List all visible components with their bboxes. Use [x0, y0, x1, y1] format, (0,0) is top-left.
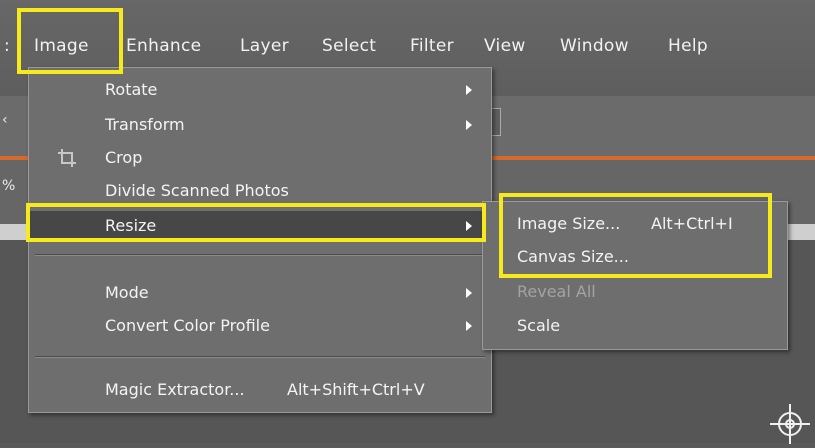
zoom-fragment: % — [2, 178, 16, 194]
options-bar-fragment: ‹ — [2, 112, 8, 128]
chevron-right-icon — [466, 288, 472, 298]
highlight-resize-item — [26, 203, 486, 242]
menu-item-label: Transform — [105, 115, 185, 134]
chevron-right-icon — [466, 120, 472, 130]
menu-item-label: Convert Color Profile — [105, 316, 270, 335]
menu-item-label: Crop — [105, 148, 143, 167]
menu-separator — [35, 356, 485, 358]
menu-item-label: Magic Extractor... — [105, 380, 245, 399]
menu-filter[interactable]: Filter — [410, 34, 454, 58]
menu-select[interactable]: Select — [322, 34, 376, 58]
submenu-item-reveal-all: Reveal All — [483, 280, 787, 304]
highlight-image-menu — [17, 8, 123, 74]
menu-item-mode[interactable]: Mode — [29, 281, 491, 305]
menu-enhance[interactable]: Enhance — [126, 34, 201, 58]
menu-item-label: Rotate — [105, 80, 158, 99]
chevron-right-icon — [466, 85, 472, 95]
menu-item-transform[interactable]: Transform — [29, 113, 491, 137]
menu-separator — [35, 254, 485, 256]
menu-item-label: Divide Scanned Photos — [105, 181, 289, 200]
menu-item-label: Reveal All — [517, 282, 596, 301]
submenu-item-scale[interactable]: Scale — [483, 314, 787, 338]
menu-item-label: Scale — [517, 316, 561, 335]
menu-item-magic-extractor[interactable]: Magic Extractor... Alt+Shift+Ctrl+V — [29, 378, 491, 402]
highlight-size-options — [499, 193, 772, 278]
menu-item-shortcut: Alt+Shift+Ctrl+V — [287, 380, 425, 399]
menu-window[interactable]: Window — [560, 34, 629, 58]
menu-help[interactable]: Help — [668, 34, 708, 58]
menu-layer[interactable]: Layer — [240, 34, 289, 58]
menu-item-rotate[interactable]: Rotate — [29, 78, 491, 102]
crosshair-icon — [770, 404, 810, 448]
menu-item-convert-color-profile[interactable]: Convert Color Profile — [29, 314, 491, 338]
menu-item-divide-scanned-photos[interactable]: Divide Scanned Photos — [29, 179, 491, 203]
crop-icon — [57, 148, 77, 175]
menu-view[interactable]: View — [484, 34, 526, 58]
chevron-right-icon — [466, 321, 472, 331]
menu-item-crop[interactable]: Crop — [29, 146, 491, 170]
menu-item-label: Mode — [105, 283, 149, 302]
menu-bar-edge-fragment: : — [4, 36, 11, 56]
